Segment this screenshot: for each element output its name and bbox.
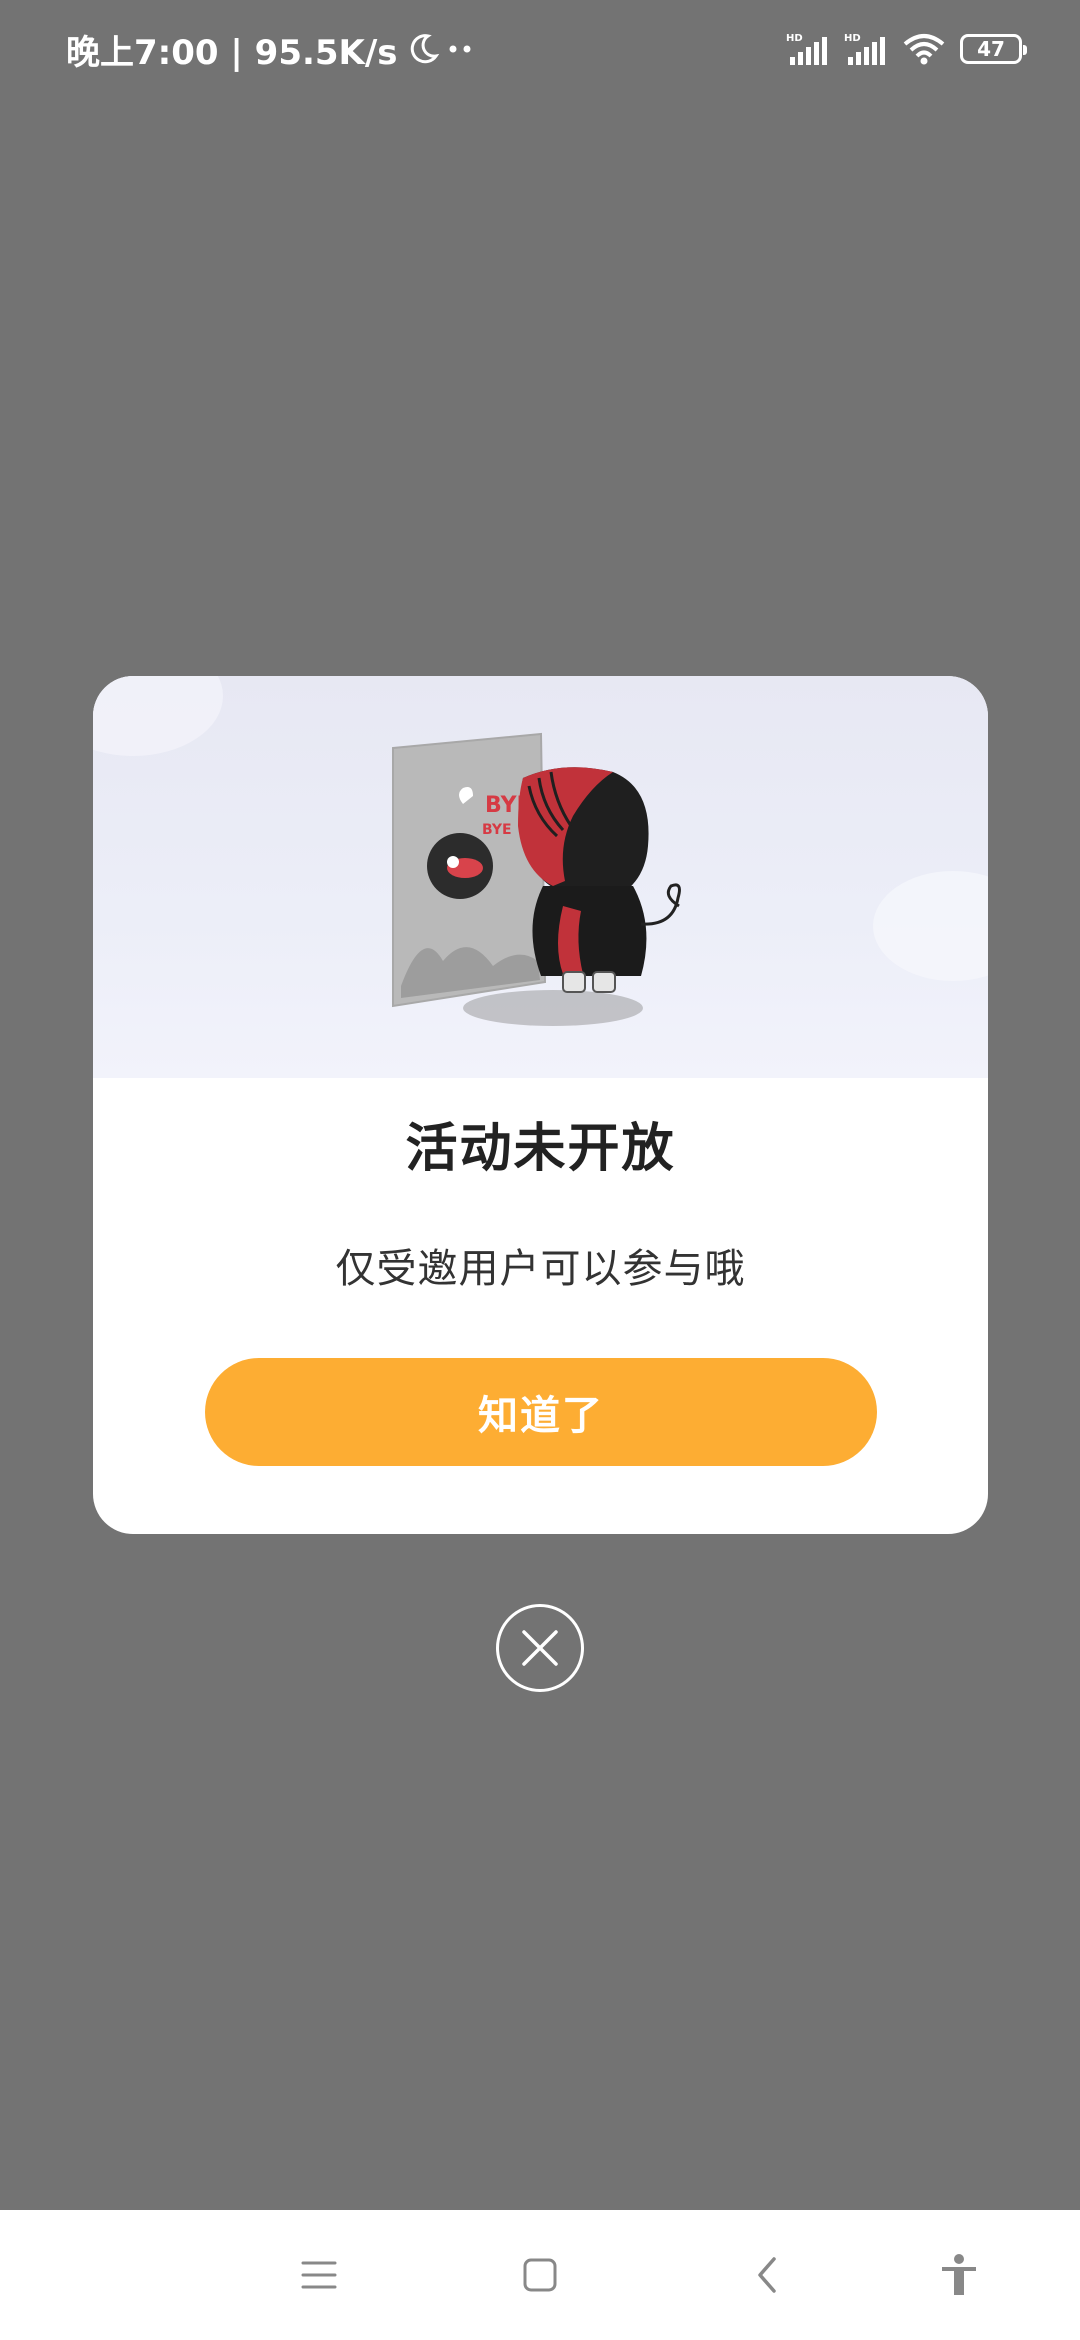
activity-dialog: BYE BYE 活动未开放 仅受邀用户可以参与哦 知道了 [93,676,988,1534]
battery-level: 47 [977,37,1005,61]
accessibility-icon [942,2254,976,2295]
status-left: 晚上7:00 | 95.5K/s [66,26,474,73]
more-dots-icon [449,45,471,53]
nav-accessibility-button[interactable] [924,2210,994,2340]
svg-text:HD: HD [786,33,803,44]
svg-text:HD: HD [844,33,861,44]
close-button[interactable] [496,1604,584,1692]
status-right: HD HD 47 [786,26,1027,72]
close-icon [522,1630,558,1666]
status-bar: 晚上7:00 | 95.5K/s HD HD 47 [0,0,1080,96]
hd-signal-icon: HD [844,33,885,65]
confirm-button[interactable]: 知道了 [205,1358,877,1466]
back-chevron-icon [758,2257,776,2293]
hd-signal-icon: HD [786,33,827,65]
moon-icon [410,34,439,64]
wifi-icon [903,34,945,65]
dialog-message: 仅受邀用户可以参与哦 [335,1246,746,1292]
sign-text-small: BYE [482,822,512,838]
home-square-icon [523,2258,557,2292]
status-time-speed: 晚上7:00 | 95.5K/s [66,32,398,73]
nav-home-button[interactable] [505,2210,575,2340]
menu-icon [301,2261,337,2289]
dialog-title: 活动未开放 [405,1119,676,1179]
nav-menu-button[interactable] [284,2210,354,2340]
battery-icon: 47 [960,34,1027,64]
navigation-bar [0,2210,1080,2340]
nav-back-button[interactable] [732,2210,802,2340]
dialog-illustration: BYE BYE [93,676,988,1078]
